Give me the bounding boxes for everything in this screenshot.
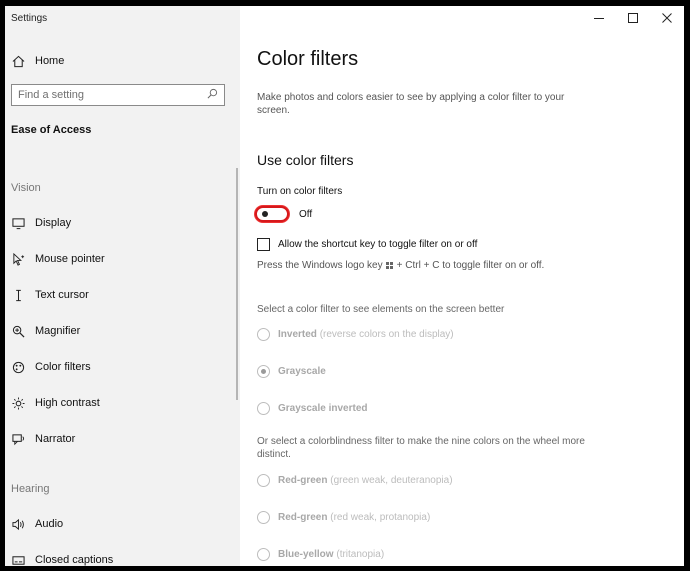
maximize-icon [628, 13, 638, 23]
audio-icon [11, 517, 25, 531]
close-icon [662, 13, 672, 23]
color-filters-icon [11, 360, 25, 374]
minimize-icon [594, 18, 604, 19]
shortcut-checkbox-label: Allow the shortcut key to toggle filter … [278, 239, 478, 250]
radio-button[interactable] [257, 511, 270, 524]
sidebar-item-label: Display [35, 217, 72, 229]
search-box[interactable] [11, 84, 225, 106]
search-input[interactable] [18, 89, 188, 101]
radio-label: Inverted [278, 329, 317, 340]
sidebar-item-label: Home [35, 55, 65, 67]
closed-captions-icon [11, 553, 25, 566]
sidebar-item-label: Text cursor [35, 289, 89, 301]
radio-label: Red-green [278, 512, 328, 523]
sidebar-item-label: Audio [35, 518, 64, 530]
sidebar-item-label: Narrator [35, 433, 76, 445]
toggle-state-text: Off [299, 208, 313, 220]
sidebar-item-label: Magnifier [35, 325, 81, 337]
radio-label: Grayscale inverted [278, 403, 368, 414]
sidebar-item-color-filters[interactable]: Color filters [11, 355, 91, 379]
radio-button[interactable] [257, 402, 270, 415]
sidebar-item-high-contrast[interactable]: High contrast [11, 391, 100, 415]
page-title: Color filters [257, 48, 359, 70]
hint-suffix: + Ctrl + C to toggle filter on or off. [396, 260, 545, 271]
group-label-vision: Vision [11, 182, 41, 194]
text-cursor-icon [11, 288, 25, 302]
main-content: Color filters Make photos and colors eas… [240, 6, 684, 566]
toggle-label: Turn on color filters [257, 186, 343, 197]
hint-prefix: Press the Windows logo key [257, 260, 383, 271]
sidebar-item-narrator[interactable]: Narrator [11, 427, 75, 451]
toggle-switch[interactable] [255, 206, 289, 222]
sidebar-item-label: High contrast [35, 397, 100, 409]
radio-button[interactable] [257, 328, 270, 341]
high-contrast-icon [11, 396, 25, 410]
page-description: Make photos and colors easier to see by … [257, 92, 565, 116]
radio-grayscale-inverted[interactable]: Grayscale inverted [257, 402, 368, 415]
shortcut-checkbox-row[interactable]: Allow the shortcut key to toggle filter … [257, 238, 477, 251]
radio-detail: (green weak, deuteranopia) [330, 475, 453, 486]
radio-button[interactable] [257, 365, 270, 378]
shortcut-checkbox[interactable] [257, 238, 270, 251]
radio-protanopia[interactable]: Red-green (red weak, protanopia) [257, 511, 430, 524]
filter-select-label: Select a color filter to see elements on… [257, 304, 505, 315]
radio-label: Blue-yellow [278, 549, 334, 560]
narrator-icon [11, 432, 25, 446]
sidebar-item-text-cursor[interactable]: Text cursor [11, 283, 89, 307]
sidebar-scrollbar[interactable] [236, 168, 238, 400]
window-controls [582, 6, 684, 30]
radio-detail: (red weak, protanopia) [330, 512, 431, 523]
group-label-hearing: Hearing [11, 483, 50, 495]
minimize-button[interactable] [582, 6, 616, 30]
sidebar-item-magnifier[interactable]: Magnifier [11, 319, 80, 343]
sidebar-item-label: Closed captions [35, 554, 114, 566]
home-icon [11, 54, 25, 68]
sidebar-item-audio[interactable]: Audio [11, 512, 63, 536]
maximize-button[interactable] [616, 6, 650, 30]
radio-button[interactable] [257, 474, 270, 487]
magnifier-icon [11, 324, 25, 338]
radio-tritanopia[interactable]: Blue-yellow (tritanopia) [257, 548, 384, 561]
category-title: Ease of Access [11, 124, 92, 136]
radio-grayscale[interactable]: Grayscale [257, 365, 326, 378]
radio-button[interactable] [257, 548, 270, 561]
section-title: Use color filters [257, 152, 354, 168]
sidebar-item-label: Color filters [35, 361, 91, 373]
radio-detail: (reverse colors on the display) [319, 329, 454, 340]
sidebar-item-home[interactable]: Home [11, 49, 64, 73]
color-filters-toggle[interactable]: Off [255, 206, 312, 222]
shortcut-hint: Press the Windows logo key + Ctrl + C to… [257, 260, 544, 271]
radio-inverted[interactable]: Inverted (reverse colors on the display) [257, 328, 454, 341]
sidebar-item-display[interactable]: Display [11, 211, 71, 235]
radio-deuteranopia[interactable]: Red-green (green weak, deuteranopia) [257, 474, 453, 487]
windows-logo-icon [385, 261, 394, 270]
search-icon[interactable] [207, 86, 218, 104]
radio-detail: (tritanopia) [336, 549, 385, 560]
colorblind-label: Or select a colorblindness filter to mak… [257, 436, 585, 460]
settings-window: Settings Home Ease of Access Vision Disp… [5, 6, 684, 566]
sidebar-item-label: Mouse pointer [35, 253, 105, 265]
sidebar-item-closed-captions[interactable]: Closed captions [11, 548, 113, 566]
sidebar: Settings Home Ease of Access Vision Disp… [5, 6, 240, 566]
display-icon [11, 216, 25, 230]
sidebar-item-mouse-pointer[interactable]: Mouse pointer [11, 247, 105, 271]
close-button[interactable] [650, 6, 684, 30]
mouse-pointer-icon [11, 252, 25, 266]
radio-label: Red-green [278, 475, 328, 486]
app-title: Settings [11, 13, 48, 24]
radio-label: Grayscale [278, 366, 326, 377]
